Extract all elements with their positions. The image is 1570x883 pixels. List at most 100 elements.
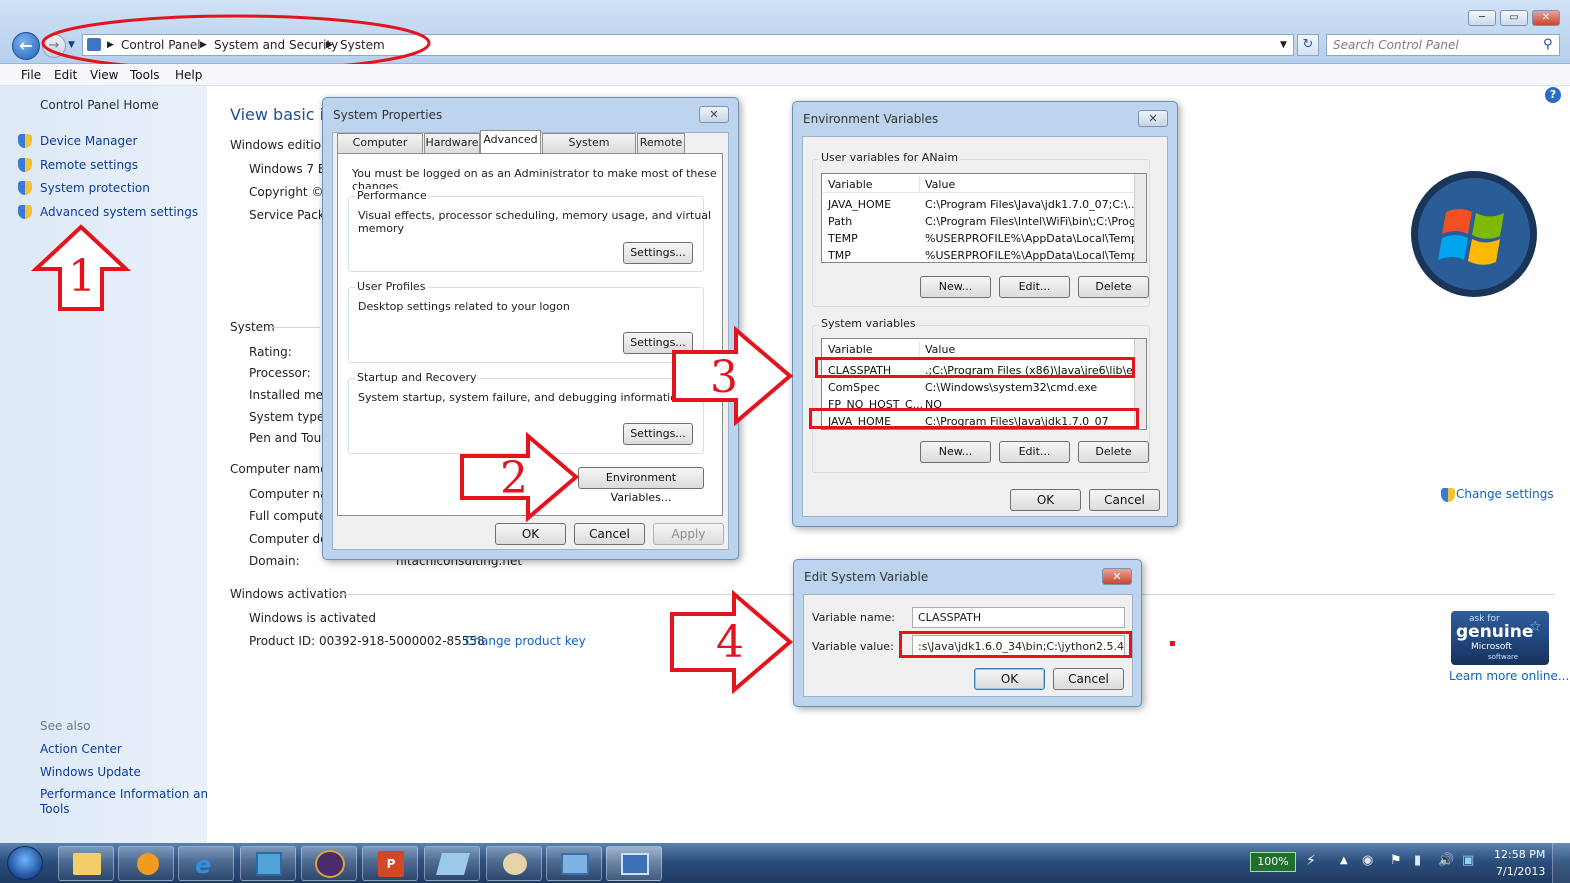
shield-icon [1441, 488, 1455, 502]
maximize-button[interactable]: ▭ [1500, 10, 1528, 26]
change-settings-link[interactable]: Change settings [1456, 487, 1554, 501]
control-panel-taskbar-icon[interactable] [240, 846, 296, 881]
table-row[interactable]: TMP %USERPROFILE%\AppData\Local\Temp [822, 247, 1134, 264]
internet-explorer-taskbar-icon[interactable]: e [178, 846, 234, 881]
rating-label: Rating: [249, 345, 292, 359]
tray-app-icon[interactable]: ◉ [1362, 853, 1373, 868]
annotation-arrow-3: 3 [672, 326, 794, 426]
user-edit-button[interactable]: Edit... [999, 276, 1070, 298]
system-new-button[interactable]: New... [920, 441, 991, 463]
dialog-body: User variables for ANaim Variable Value … [802, 136, 1168, 517]
tab-computer-name[interactable]: Computer Name [337, 133, 423, 167]
performance-info-link[interactable]: Performance Information and [40, 787, 216, 801]
control-panel-home-link[interactable]: Control Panel Home [40, 98, 159, 112]
menu-view[interactable]: View [90, 68, 118, 82]
variable-name-input[interactable]: CLASSPATH [912, 607, 1125, 628]
network-taskbar-icon[interactable] [546, 846, 602, 881]
table-row[interactable]: Path C:\Program Files\Intel\WiFi\bin\;C:\… [822, 213, 1134, 230]
activation-status: Windows is activated [249, 611, 376, 625]
system-variables-label: System variables [819, 317, 918, 330]
device-manager-link[interactable]: Device Manager [40, 134, 137, 148]
system-edit-button[interactable]: Edit... [999, 441, 1070, 463]
system-protection-link[interactable]: System protection [40, 181, 150, 195]
close-icon[interactable]: ✕ [699, 106, 729, 123]
help-icon[interactable]: ? [1545, 87, 1561, 103]
paint-taskbar-icon[interactable] [486, 846, 542, 881]
learn-more-link[interactable]: Learn more online... [1449, 669, 1569, 683]
search-input[interactable]: Search Control Panel [1326, 34, 1560, 56]
ok-button[interactable]: OK [974, 668, 1045, 690]
system-delete-button[interactable]: Delete [1078, 441, 1149, 463]
badge-microsoft-text: Microsoft [1471, 642, 1512, 652]
menu-tools[interactable]: Tools [130, 68, 160, 82]
performance-settings-button[interactable]: Settings... [623, 242, 693, 264]
user-new-button[interactable]: New... [920, 276, 991, 298]
show-desktop-button[interactable] [1552, 843, 1570, 883]
powerpoint-taskbar-icon[interactable]: P [362, 846, 418, 881]
ok-button[interactable]: OK [495, 523, 566, 545]
tab-advanced[interactable]: Advanced [480, 130, 541, 153]
tab-hardware[interactable]: Hardware [424, 133, 480, 153]
windows-edition-heading: Windows edition [230, 138, 329, 152]
start-button[interactable] [7, 846, 43, 880]
system-window-taskbar-icon[interactable] [606, 846, 662, 881]
close-icon[interactable]: ✕ [1138, 110, 1168, 127]
clock-date[interactable]: 7/1/2013 [1496, 865, 1545, 878]
variable-value: %USERPROFILE%\AppData\Local\Temp [925, 232, 1134, 245]
explorer-taskbar-icon[interactable] [58, 846, 114, 881]
startup-settings-button[interactable]: Settings... [623, 423, 693, 445]
minimize-button[interactable]: ─ [1468, 10, 1496, 26]
notes-taskbar-icon[interactable] [424, 846, 480, 881]
system-heading: System [230, 320, 275, 334]
tab-system-protection[interactable]: System Protection [542, 133, 636, 167]
menu-file[interactable]: File [21, 68, 41, 82]
menu-help[interactable]: Help [175, 68, 202, 82]
user-variables-label: User variables for ANaim [819, 151, 961, 164]
variable-value-label: Variable value: [812, 640, 894, 653]
action-center-link[interactable]: Action Center [40, 742, 122, 756]
variable-name: TEMP [828, 232, 858, 245]
java-ee-ide-taskbar-icon[interactable] [301, 846, 357, 881]
power-icon[interactable]: ▮ [1414, 853, 1421, 868]
user-variables-list[interactable]: Variable Value JAVA_HOME C:\Program Files… [821, 173, 1147, 263]
network-icon[interactable]: ▣ [1462, 853, 1474, 868]
column-value[interactable]: Value [919, 176, 955, 192]
annotation-number-1: 1 [68, 251, 96, 302]
column-variable[interactable]: Variable [828, 341, 873, 357]
action-center-flag-icon[interactable]: ⚑ [1390, 853, 1402, 868]
apply-button[interactable]: Apply [653, 523, 724, 545]
scrollbar[interactable] [1134, 174, 1146, 262]
ok-button[interactable]: OK [1010, 489, 1081, 511]
search-icon[interactable]: ⚲ [1543, 37, 1553, 52]
close-button[interactable]: ✕ [1532, 10, 1560, 26]
performance-info-link-line2[interactable]: Tools [40, 802, 70, 816]
table-row[interactable]: ComSpec C:\Windows\system32\cmd.exe [822, 379, 1134, 396]
column-variable[interactable]: Variable [828, 176, 873, 192]
address-dropdown-chevron-down-icon[interactable]: ▼ [1280, 40, 1287, 50]
table-row[interactable]: TEMP %USERPROFILE%\AppData\Local\Temp [822, 230, 1134, 247]
cancel-button[interactable]: Cancel [1089, 489, 1160, 511]
cancel-button[interactable]: Cancel [1053, 668, 1124, 690]
table-row[interactable]: JAVA_HOME C:\Program Files\Java\jdk1.7.0_… [822, 196, 1134, 213]
battery-indicator[interactable]: 100% [1250, 852, 1296, 872]
cancel-button[interactable]: Cancel [574, 523, 645, 545]
clock-time[interactable]: 12:58 PM [1494, 848, 1545, 861]
media-player-taskbar-icon[interactable] [118, 846, 174, 881]
user-delete-button[interactable]: Delete [1078, 276, 1149, 298]
windows-activation-heading: Windows activation [230, 587, 347, 601]
power-plug-icon[interactable]: ⚡ [1306, 853, 1316, 869]
close-icon[interactable]: ✕ [1102, 568, 1132, 585]
environment-variables-button[interactable]: Environment Variables... [578, 467, 704, 504]
tab-remote[interactable]: Remote [637, 133, 685, 153]
volume-icon[interactable]: 🔊 [1438, 853, 1454, 868]
windows-update-link[interactable]: Windows Update [40, 765, 141, 779]
refresh-icon[interactable]: ↻ [1297, 34, 1319, 56]
change-product-key-link[interactable]: Change product key [465, 634, 586, 648]
show-hidden-icons-chevron-icon[interactable]: ▲ [1340, 855, 1348, 866]
menu-edit[interactable]: Edit [54, 68, 77, 82]
genuine-microsoft-badge[interactable]: ask for genuine ☆ Microsoft software [1451, 611, 1549, 665]
column-value[interactable]: Value [919, 341, 955, 357]
advanced-system-settings-link[interactable]: Advanced system settings [40, 205, 198, 219]
remote-settings-link[interactable]: Remote settings [40, 158, 138, 172]
back-button[interactable]: ← [12, 32, 40, 60]
